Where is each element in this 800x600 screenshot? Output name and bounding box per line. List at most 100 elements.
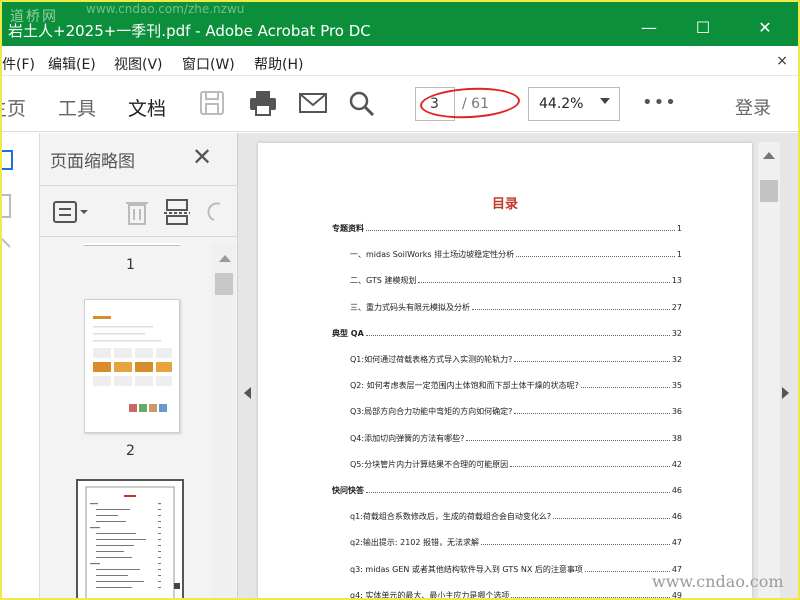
toc-entry-page: 27	[671, 302, 682, 312]
toc-entry-label: q2:输出提示: 2102 报错，无法求解	[350, 538, 480, 548]
thumbnail-scrollbar[interactable]	[212, 243, 236, 598]
toc-entry-row[interactable]: Q5:分块管片内力计算结果不合理的可能原因 42	[350, 459, 682, 470]
toc-entry-label: Q2: 如何考虑表层一定范围内土体饱和而下部土体干燥的状态呢?	[350, 381, 579, 391]
toc-leader-dots	[514, 413, 670, 415]
print-icon[interactable]	[248, 90, 276, 116]
delete-page-icon[interactable]	[124, 198, 150, 226]
menu-view[interactable]: 视图(V)	[114, 54, 163, 74]
toc-entry-page: 32	[671, 328, 682, 338]
menu-window[interactable]: 窗口(W)	[182, 54, 235, 74]
toc-entry-label: q4: 实体单元的最大、最小主应力是哪个选项	[350, 590, 510, 598]
attachments-nav-icon[interactable]	[2, 233, 16, 253]
minimize-button[interactable]: —	[638, 18, 660, 38]
toc-entry-page: 46	[671, 486, 682, 495]
toc-entry-page: 42	[671, 459, 682, 469]
scroll-thumb[interactable]	[760, 180, 778, 202]
scroll-thumb[interactable]	[215, 273, 233, 295]
toc-entry-page: 35	[671, 381, 682, 391]
save-icon[interactable]	[198, 90, 226, 116]
close-panel-icon[interactable]: ✕	[192, 143, 212, 171]
toc-entry-label: Q3:局部方向合力功能中弯矩的方向如何确定?	[350, 407, 513, 417]
toc-section-row[interactable]: 快问快答 46	[332, 485, 682, 496]
thumbnail-toolbar	[40, 185, 238, 237]
toc-leader-dots	[580, 387, 670, 389]
login-link[interactable]: 登录	[735, 94, 771, 120]
toc-entry-label: 快问快答	[332, 486, 364, 495]
toc-title: 目录	[491, 197, 518, 212]
toc-entry-row[interactable]: Q3:局部方向合力功能中弯矩的方向如何确定? 36	[350, 406, 682, 417]
toc-leader-dots	[472, 308, 670, 310]
toc-entry-row[interactable]: q4: 实体单元的最大、最小主应力是哪个选项 49	[350, 590, 682, 598]
toc-entry-page: 38	[671, 433, 682, 443]
tab-tools[interactable]: 工具	[58, 94, 96, 121]
split-page-icon[interactable]	[164, 198, 190, 226]
toc-entry-row[interactable]: Q1:如何通过荷载表格方式导入实测的轮轨力? 32	[350, 354, 682, 365]
toc-entry-row[interactable]: Q2: 如何考虑表层一定范围内土体饱和而下部土体干燥的状态呢? 35	[350, 380, 682, 391]
page-thumbnail-1[interactable]	[84, 243, 180, 246]
toc-entry-row[interactable]: q3: midas GEN 或者其他结构软件导入到 GTS NX 后的注意事项 4…	[350, 564, 682, 575]
toc-leader-dots	[514, 361, 670, 362]
tab-home[interactable]: 主页	[2, 94, 26, 121]
toc-leader-dots	[365, 334, 670, 336]
toc-section-row[interactable]: 典型 QA 32	[332, 328, 682, 339]
more-options-icon[interactable]: •••	[642, 92, 677, 113]
thumbnail-options-icon[interactable]	[52, 200, 92, 224]
toc-entry-row[interactable]: 二、GTS 建模规划 13	[350, 275, 682, 286]
toc-leader-dots	[481, 544, 670, 546]
expand-right-panel-icon[interactable]	[782, 387, 789, 399]
toc-entry-row[interactable]: 一、midas SoilWorks 排土场边坡稳定性分析 1	[350, 249, 682, 260]
page-number-2: 2	[126, 443, 135, 459]
window-title: 岩土人+2025+一季刊.pdf - Adobe Acrobat Pro DC	[8, 22, 371, 40]
toc-entry-label: 二、GTS 建模规划	[350, 276, 417, 286]
toc-section-row[interactable]: 专题资料 1	[332, 223, 682, 234]
toc-entry-label: 一、midas SoilWorks 排土场边坡稳定性分析	[350, 250, 515, 260]
title-bar: 道桥网 www.cndao.com/zhe.nzwu 岩土人+2025+一季刊.…	[2, 2, 798, 46]
menu-file[interactable]: 件(F)	[2, 54, 35, 74]
close-button[interactable]: ✕	[754, 18, 776, 38]
toc-entry-label: 专题资料	[332, 224, 364, 233]
watermark-url: www.cndao.com	[652, 572, 784, 591]
toc-entry-label: q3: midas GEN 或者其他结构软件导入到 GTS NX 后的注意事项	[350, 564, 583, 574]
toc-leader-dots	[418, 282, 670, 284]
toc-entry-page: 49	[671, 590, 682, 598]
document-scrollbar[interactable]	[758, 142, 780, 598]
email-icon[interactable]	[298, 90, 327, 116]
bookmarks-nav-icon[interactable]	[2, 193, 16, 223]
menu-help[interactable]: 帮助(H)	[254, 54, 303, 74]
document-page: 目录 专题资料 1 一、midas SoilWorks 排土场边坡稳定性分析 1 二、G…	[258, 143, 752, 598]
toc-entry-row[interactable]: q2:输出提示: 2102 报错，无法求解 47	[350, 537, 682, 548]
zoom-select[interactable]: 44.2%	[528, 87, 620, 121]
toc-leader-dots	[366, 230, 675, 231]
toc-entry-label: 三、重力式码头有限元模拟及分析	[350, 302, 470, 312]
collapse-left-panel-icon[interactable]	[244, 387, 251, 399]
scroll-up-icon[interactable]	[763, 152, 775, 159]
maximize-button[interactable]: ☐	[692, 18, 714, 38]
tab-document[interactable]: 文档	[128, 94, 167, 137]
page-thumbnail-2[interactable]	[84, 299, 180, 433]
page-thumbnails-nav-icon[interactable]	[2, 147, 16, 177]
toc-entry-row[interactable]: Q4:添加切向弹簧的方法有哪些? 38	[350, 433, 682, 444]
close-document-icon[interactable]: ×	[776, 53, 788, 69]
rotate-page-icon[interactable]	[206, 198, 226, 226]
toc-leader-dots	[466, 439, 670, 441]
search-icon[interactable]	[348, 90, 376, 117]
toc-entry-page: 32	[671, 355, 682, 364]
thumbnail-panel-title: 页面缩略图	[50, 152, 135, 172]
thumbnail-panel: 页面缩略图 ✕ 1 2	[40, 133, 238, 598]
scroll-up-icon[interactable]	[219, 255, 231, 262]
menu-edit[interactable]: 编辑(E)	[48, 54, 96, 74]
toc-entry-page: 47	[671, 538, 682, 548]
toc-entry-label: Q4:添加切向弹簧的方法有哪些?	[350, 433, 465, 443]
toc-entry-row[interactable]: q1:荷载组合系数修改后，生成的荷载组合会自动变化么? 46	[350, 511, 682, 522]
left-navigation-strip	[2, 133, 40, 598]
toc-entry-label: Q5:分块管片内力计算结果不合理的可能原因	[350, 459, 509, 469]
toc-entry-page: 46	[671, 512, 682, 522]
toc-entry-row[interactable]: 三、重力式码头有限元模拟及分析 27	[350, 302, 682, 313]
toc-leader-dots	[510, 465, 670, 467]
page-thumbnail-3-selected[interactable]	[76, 479, 184, 598]
menu-bar: 件(F) 编辑(E) 视图(V) 窗口(W) 帮助(H) ×	[2, 50, 798, 76]
watermark-url-top: www.cndao.com/zhe.nzwu	[86, 2, 245, 16]
toc-leader-dots	[511, 596, 670, 598]
chevron-down-icon[interactable]	[600, 98, 610, 104]
toc-entry-page: 1	[676, 224, 682, 233]
